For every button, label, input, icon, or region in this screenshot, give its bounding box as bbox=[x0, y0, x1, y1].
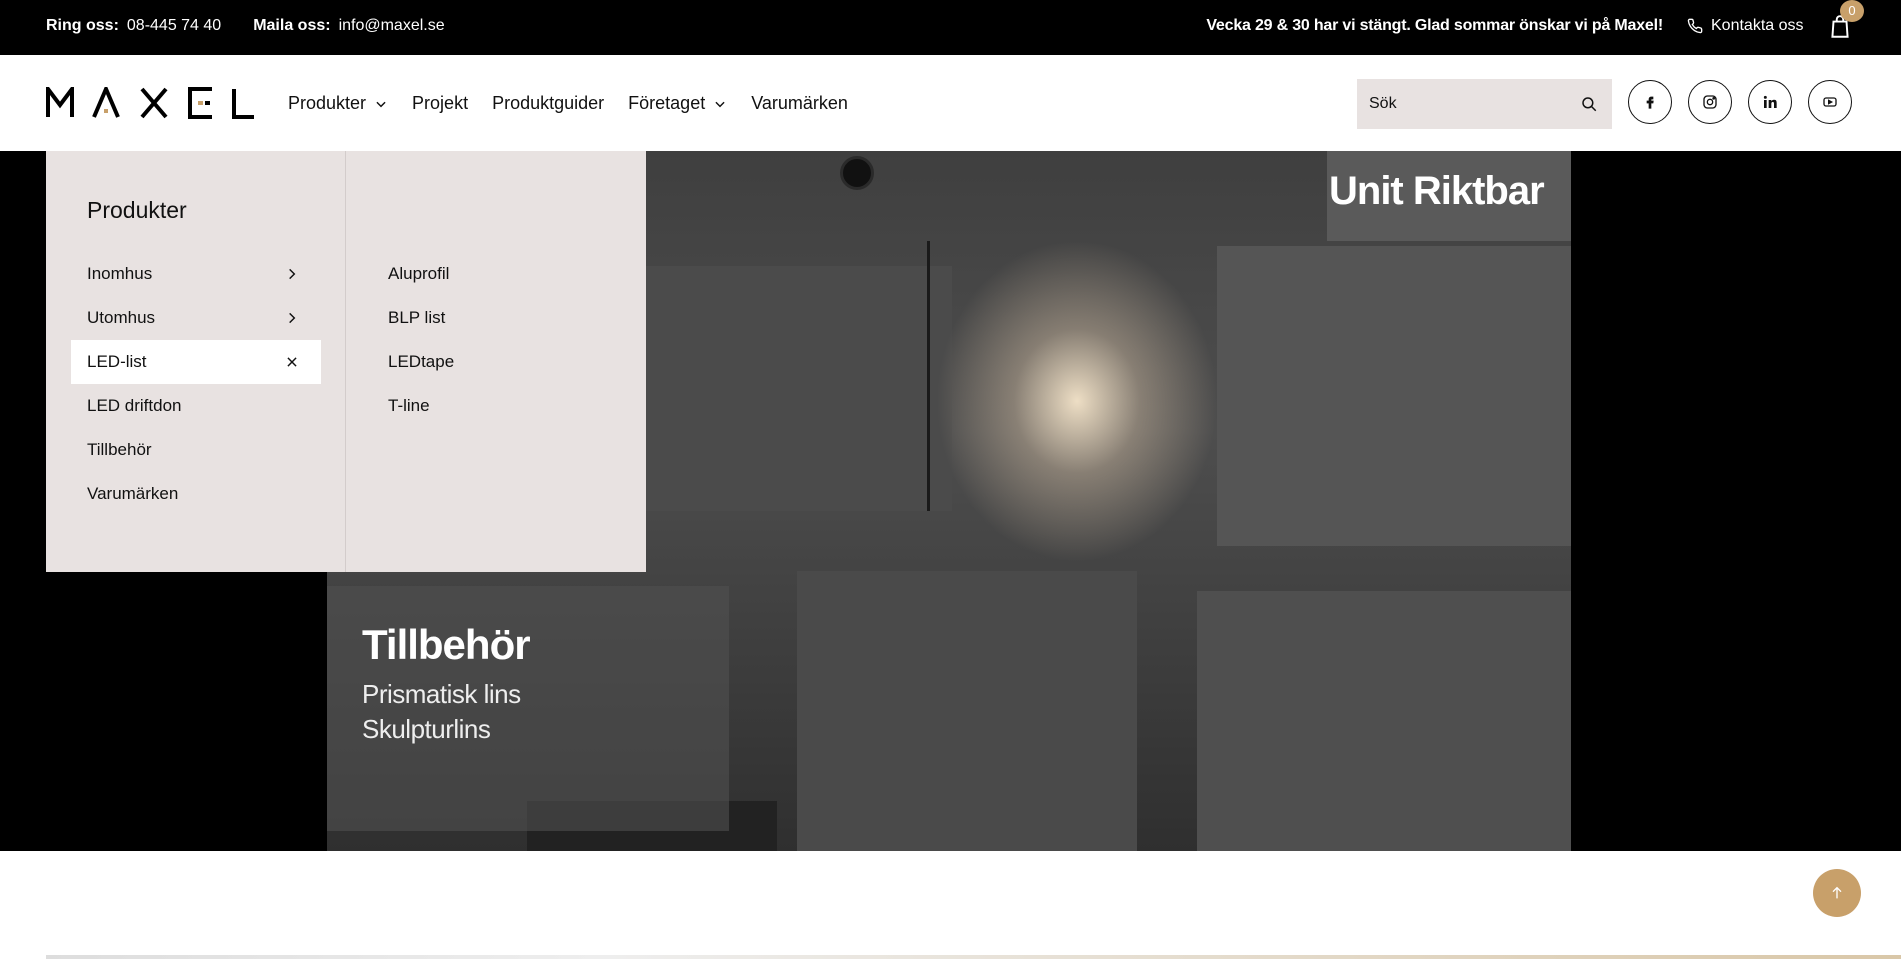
wall-panel bbox=[1217, 246, 1571, 546]
arrow-up-icon bbox=[1832, 886, 1842, 899]
category-label: LED-list bbox=[87, 352, 147, 371]
close-icon[interactable] bbox=[285, 355, 299, 369]
light-glow bbox=[917, 201, 1237, 561]
phone-icon bbox=[1687, 18, 1703, 34]
category-label: LED driftdon bbox=[87, 396, 182, 415]
nav-foretaget[interactable]: Företaget bbox=[628, 93, 727, 114]
wall-panel bbox=[797, 571, 1137, 851]
next-section-edge bbox=[46, 955, 1901, 959]
chevron-right-icon bbox=[289, 268, 296, 280]
mega-menu-title: Produkter bbox=[87, 197, 187, 223]
accessory-title: Tillbehör bbox=[362, 621, 531, 668]
subcategory-aluprofil[interactable]: Aluprofil bbox=[388, 252, 454, 296]
products-mega-menu: Produkter Inomhus Utomhus LED-list LED d… bbox=[46, 151, 646, 572]
search-box bbox=[1357, 79, 1612, 129]
accessory-item: Skulpturlins bbox=[362, 714, 491, 744]
category-varumarken[interactable]: Varumärken bbox=[71, 472, 321, 516]
youtube-icon bbox=[1823, 97, 1837, 107]
category-label: Tillbehör bbox=[87, 440, 152, 459]
nav-projekt[interactable]: Projekt bbox=[412, 93, 468, 114]
phone-value[interactable]: 08-445 74 40 bbox=[127, 17, 221, 34]
spotlight-fixture bbox=[840, 156, 874, 190]
wall-panel bbox=[1197, 591, 1571, 851]
category-list: Inomhus Utomhus LED-list LED driftdon Ti… bbox=[71, 252, 321, 516]
subcategory-ledtape[interactable]: LEDtape bbox=[388, 340, 454, 384]
subcategory-t-line[interactable]: T-line bbox=[388, 384, 454, 428]
chevron-down-icon bbox=[715, 101, 725, 107]
contact-link[interactable]: Kontakta oss bbox=[1687, 17, 1804, 35]
chevron-down-icon bbox=[376, 101, 386, 107]
instagram-button[interactable] bbox=[1688, 80, 1732, 124]
nav-varumarken[interactable]: Varumärken bbox=[751, 93, 848, 114]
top-bar: Ring oss: 08-445 74 40 Maila oss: info@max… bbox=[0, 0, 1901, 55]
email-value[interactable]: info@maxel.se bbox=[339, 17, 445, 34]
category-utomhus[interactable]: Utomhus bbox=[71, 296, 321, 340]
facebook-button[interactable] bbox=[1628, 80, 1672, 124]
main-nav: Produkter Projekt Produktguider Företage… bbox=[288, 93, 848, 114]
phone-info[interactable]: Ring oss: 08-445 74 40 bbox=[46, 17, 221, 35]
phone-label: Ring oss: bbox=[46, 17, 119, 34]
menu-divider bbox=[345, 151, 346, 572]
closing-notice: Vecka 29 & 30 har vi stängt. Glad sommar… bbox=[1206, 17, 1663, 34]
accessory-item: Prismatisk lins bbox=[362, 679, 521, 709]
main-header: Produkter Projekt Produktguider Företage… bbox=[0, 55, 1901, 151]
contact-label: Kontakta oss bbox=[1711, 17, 1804, 34]
cart-count-badge: 0 bbox=[1840, 0, 1864, 22]
category-inomhus[interactable]: Inomhus bbox=[71, 252, 321, 296]
logo-wordmark bbox=[46, 87, 254, 119]
category-label: Utomhus bbox=[87, 308, 156, 327]
category-led-driftdon[interactable]: LED driftdon bbox=[71, 384, 321, 428]
nav-produktguider[interactable]: Produktguider bbox=[492, 93, 604, 114]
linkedin-button[interactable] bbox=[1748, 80, 1792, 124]
maxel-logo[interactable] bbox=[46, 87, 256, 119]
nav-label: Produkter bbox=[288, 93, 367, 113]
nav-label: Produktguider bbox=[492, 93, 605, 113]
nav-produkter[interactable]: Produkter bbox=[288, 93, 388, 114]
category-led-list[interactable]: LED-list bbox=[71, 340, 321, 384]
category-tillbehor[interactable]: Tillbehör bbox=[71, 428, 321, 472]
youtube-button[interactable] bbox=[1808, 80, 1852, 124]
nav-label: Företaget bbox=[628, 93, 706, 113]
scroll-to-top-button[interactable] bbox=[1813, 869, 1861, 917]
instagram-icon bbox=[1703, 95, 1717, 109]
category-label: Inomhus bbox=[87, 264, 153, 283]
search-input[interactable] bbox=[1369, 95, 1569, 113]
search-icon[interactable] bbox=[1580, 95, 1598, 113]
category-label: Varumärken bbox=[87, 484, 179, 503]
hero-title: Unit Riktbar bbox=[1329, 169, 1545, 213]
nav-label: Projekt bbox=[412, 93, 469, 113]
subcategory-list: Aluprofil BLP list LEDtape T-line bbox=[388, 252, 454, 428]
email-info[interactable]: Maila oss: info@maxel.se bbox=[253, 17, 444, 35]
email-label: Maila oss: bbox=[253, 17, 331, 34]
linkedin-icon bbox=[1763, 95, 1777, 108]
chevron-right-icon bbox=[289, 312, 296, 324]
facebook-icon bbox=[1646, 96, 1654, 109]
subcategory-blp-list[interactable]: BLP list bbox=[388, 296, 454, 340]
nav-label: Varumärken bbox=[751, 93, 848, 113]
top-bar-contact-info: Ring oss: 08-445 74 40 Maila oss: info@max… bbox=[46, 17, 445, 35]
